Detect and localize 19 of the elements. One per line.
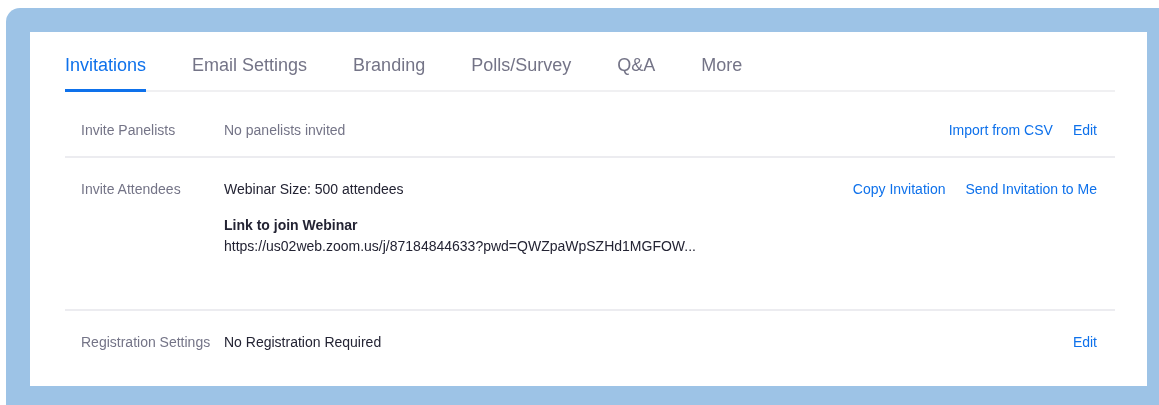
row-value: No Registration Required [224, 333, 383, 352]
action-link[interactable]: Edit [1072, 332, 1097, 373]
row-value: Webinar Size: 500 attendees [224, 180, 405, 199]
row-value: No panelists invited [224, 121, 347, 140]
link-url: https://us02web.zoom.us/j/87184844633?pwd=QWZpaWpSZHd1MGFOW... [224, 237, 697, 256]
tab[interactable]: Branding [353, 32, 426, 92]
link-title: Link to join Webinar [224, 216, 359, 235]
tab[interactable]: Polls/Survey [471, 32, 572, 92]
action-link[interactable]: Send Invitation to Me [965, 179, 1097, 309]
action-link[interactable]: Import from CSV [948, 120, 1053, 156]
tab[interactable]: More [701, 32, 743, 92]
action-link[interactable]: Edit [1072, 120, 1097, 156]
tab[interactable]: Email Settings [192, 32, 308, 92]
action-link[interactable]: Copy Invitation [852, 179, 946, 309]
tab[interactable]: Invitations [65, 32, 147, 92]
tab[interactable]: Q&A [617, 32, 656, 92]
row-label: Invite Attendees [80, 180, 182, 199]
row-label: Invite Panelists [80, 121, 177, 140]
row-label: Registration Settings [80, 333, 212, 352]
